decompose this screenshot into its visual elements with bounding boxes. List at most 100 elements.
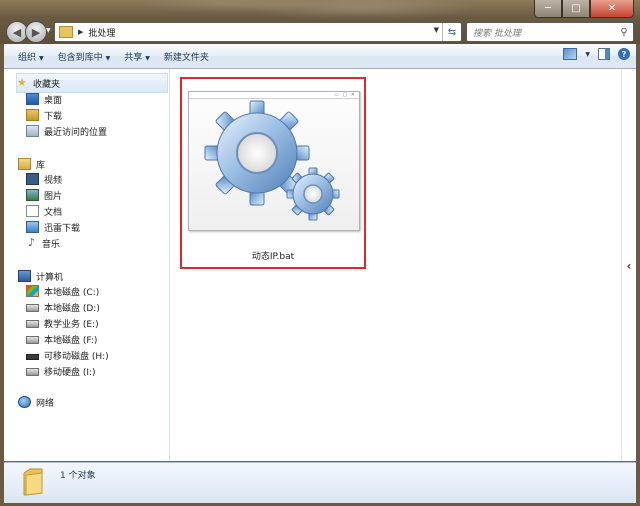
- sidebar-item-label: 本地磁盘 (D:): [44, 303, 100, 314]
- new-folder-button[interactable]: 新建文件夹: [164, 50, 209, 63]
- sidebar-item-pictures[interactable]: 图片: [26, 187, 62, 203]
- sidebar-item-drive-h[interactable]: 可移动磁盘 (H:): [26, 347, 109, 363]
- new-folder-label: 新建文件夹: [163, 52, 209, 63]
- sidebar-item-drive-i[interactable]: 移动硬盘 (I:): [26, 363, 96, 379]
- share-label: 共享: [124, 52, 143, 63]
- organize-menu[interactable]: 组织 ▼: [18, 50, 44, 63]
- chevron-down-icon: ▼: [105, 54, 111, 62]
- sidebar-item-music[interactable]: ♪ 音乐: [26, 235, 60, 251]
- refresh-button[interactable]: ⇆: [442, 23, 461, 41]
- sidebar-item-label: 下载: [44, 111, 63, 122]
- sidebar-group-label: 库: [36, 160, 46, 171]
- close-button[interactable]: ✕: [590, 0, 634, 18]
- music-note-icon: ♪: [27, 236, 36, 249]
- chevron-left-icon: ‹: [626, 259, 632, 273]
- sidebar-item-downloads[interactable]: 下载: [26, 107, 62, 123]
- search-input[interactable]: 搜索 批处理 ⚲: [466, 22, 634, 42]
- sidebar-item-drive-d[interactable]: 本地磁盘 (D:): [26, 299, 100, 315]
- desktop-icon: [26, 93, 39, 105]
- details-pane: 1 个对象: [4, 462, 636, 503]
- navigation-row: ◀ ▶ ▼ ▶ 批处理 ▼ ⇆ 搜索 批处理 ⚲: [0, 20, 640, 43]
- videos-icon: [26, 173, 39, 185]
- hard-drive-icon: [26, 336, 39, 344]
- breadcrumb-chevron-icon[interactable]: ▶: [78, 28, 83, 36]
- hard-drive-icon: [26, 320, 39, 328]
- library-icon: [18, 158, 31, 170]
- documents-icon: [26, 205, 39, 217]
- selection-highlight: ▭ ▢ ✕ 动态IP.bat: [180, 77, 366, 269]
- search-icon[interactable]: ⚲: [615, 27, 633, 38]
- sidebar-item-documents[interactable]: 文档: [26, 203, 62, 219]
- downloads-folder-icon: [26, 109, 39, 121]
- recent-pages-dropdown[interactable]: ▼: [46, 27, 51, 34]
- xunlei-download-icon: [26, 221, 39, 233]
- maximize-button[interactable]: □: [562, 0, 590, 18]
- recent-places-icon: [26, 125, 39, 137]
- breadcrumb-current[interactable]: 批处理: [88, 26, 115, 39]
- sidebar-item-label: 本地磁盘 (C:): [44, 287, 100, 298]
- hard-drive-icon: [26, 304, 39, 312]
- sidebar-item-recent-places[interactable]: 最近访问的位置: [26, 123, 107, 139]
- file-thumbnail: ▭ ▢ ✕: [188, 91, 360, 231]
- sidebar-item-videos[interactable]: 视频: [26, 171, 62, 187]
- sidebar-item-label: 迅雷下载: [44, 223, 81, 234]
- change-view-icon[interactable]: [563, 48, 578, 60]
- address-dropdown-icon[interactable]: ▼: [434, 26, 439, 34]
- arrow-left-icon: ◀: [12, 25, 22, 39]
- star-icon: ★: [17, 76, 27, 89]
- view-options-dropdown[interactable]: ▼: [585, 51, 590, 58]
- sidebar-item-xunlei-downloads[interactable]: 迅雷下载: [26, 219, 80, 235]
- external-drive-icon: [26, 368, 39, 376]
- organize-label: 组织: [18, 52, 37, 63]
- toolbar-right-group: ▼ ?: [563, 48, 630, 60]
- arrow-right-icon: ▶: [31, 25, 41, 39]
- sidebar-item-drive-e[interactable]: 教学业务 (E:): [26, 315, 99, 331]
- sidebar-item-desktop[interactable]: 桌面: [26, 91, 62, 107]
- expand-pane-button[interactable]: ‹: [624, 257, 634, 275]
- command-bar: 组织 ▼ 包含到库中 ▼ 共享 ▼ 新建文件夹 ▼ ?: [4, 44, 636, 69]
- include-in-library-label: 包含到库中: [57, 52, 103, 63]
- file-list: ▭ ▢ ✕ 动态IP.bat: [170, 69, 622, 461]
- sidebar-group-label: 收藏夹: [33, 79, 61, 90]
- sidebar-group-network[interactable]: 网络: [18, 393, 54, 411]
- navigation-pane: ★ 收藏夹 桌面 下载 最近访问的位置 库 视频 图片 文档 迅雷下载 ♪ 音乐…: [4, 69, 170, 461]
- removable-disk-icon: [26, 353, 39, 360]
- sidebar-group-label: 计算机: [36, 272, 64, 283]
- folder-icon: [59, 26, 73, 38]
- sidebar-item-label: 文档: [44, 207, 63, 218]
- minimize-button[interactable]: ─: [534, 0, 562, 18]
- caption-buttons: ─ □ ✕: [534, 0, 634, 18]
- share-menu[interactable]: 共享 ▼: [124, 50, 150, 63]
- pictures-icon: [26, 189, 39, 201]
- sidebar-item-label: 音乐: [42, 239, 61, 250]
- computer-icon: [18, 270, 31, 282]
- sidebar-item-label: 视频: [44, 175, 63, 186]
- forward-button[interactable]: ▶: [25, 21, 47, 43]
- sidebar-group-favorites[interactable]: ★ 收藏夹: [16, 73, 168, 93]
- explorer-window: ─ □ ✕ ◀ ▶ ▼ ▶ 批处理 ▼ ⇆ 搜索 批处理 ⚲ 组织 ▼ 包含到库中…: [0, 0, 640, 506]
- sidebar-item-label: 移动硬盘 (I:): [44, 367, 96, 378]
- sidebar-item-label: 教学业务 (E:): [44, 319, 99, 330]
- sidebar-item-drive-c[interactable]: 本地磁盘 (C:): [26, 283, 99, 299]
- chevron-down-icon: ▼: [39, 54, 44, 62]
- item-count: 1 个对象: [60, 471, 96, 481]
- preview-pane-icon[interactable]: [598, 48, 610, 60]
- chevron-down-icon: ▼: [145, 54, 150, 62]
- sidebar-item-label: 图片: [44, 191, 63, 202]
- system-drive-icon: [26, 285, 39, 297]
- folder-icon: [23, 468, 43, 496]
- sidebar-item-label: 桌面: [44, 95, 63, 106]
- sidebar-item-label: 最近访问的位置: [44, 127, 108, 138]
- refresh-icon: ⇆: [447, 26, 457, 38]
- file-name-label: 动态IP.bat: [251, 252, 295, 262]
- sidebar-item-drive-f[interactable]: 本地磁盘 (F:): [26, 331, 97, 347]
- sidebar-group-label: 网络: [36, 398, 55, 409]
- gear-batch-icon: [204, 100, 340, 221]
- sidebar-item-label: 可移动磁盘 (H:): [44, 351, 109, 362]
- help-icon[interactable]: ?: [618, 48, 630, 60]
- address-bar[interactable]: ▶ 批处理 ▼ ⇆: [54, 22, 462, 42]
- network-icon: [18, 396, 31, 408]
- include-in-library-menu[interactable]: 包含到库中 ▼: [58, 50, 111, 63]
- sidebar-item-label: 本地磁盘 (F:): [44, 335, 98, 346]
- file-item[interactable]: ▭ ▢ ✕ 动态IP.bat: [180, 77, 366, 269]
